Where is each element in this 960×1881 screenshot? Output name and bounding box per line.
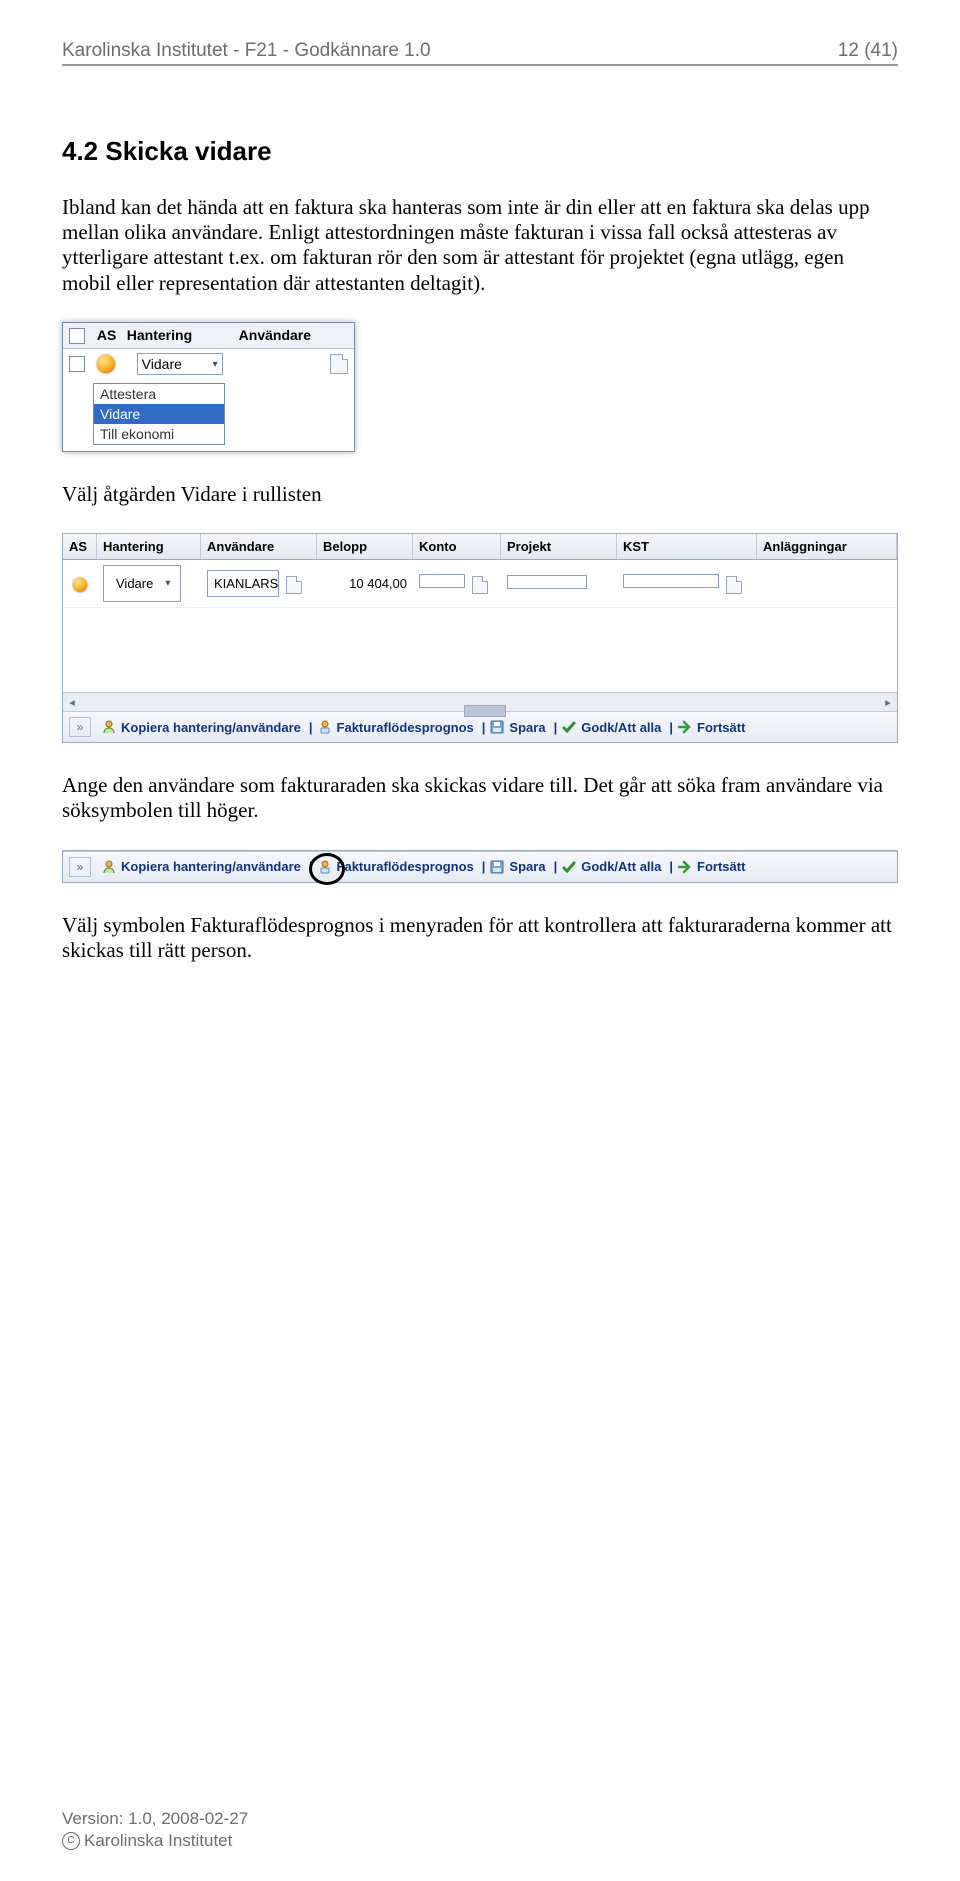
section-heading: 4.2 Skicka vidare — [62, 136, 898, 167]
col-anvandare: Användare — [239, 327, 339, 343]
copyright-icon: C — [62, 1832, 80, 1850]
continue-arrow-icon — [677, 719, 693, 735]
paragraph-4: Välj symbolen Fakturaflödesprognos i men… — [62, 913, 898, 963]
kopiera-label: Kopiera hantering/användare — [121, 720, 301, 735]
paragraph-2: Välj åtgärden Vidare i rullisten — [62, 482, 898, 507]
fortsatt-label: Fortsätt — [697, 859, 745, 874]
kopiera-label: Kopiera hantering/användare — [121, 859, 301, 874]
spara-button[interactable]: Spara — [489, 719, 545, 735]
flow-forecast-icon — [317, 719, 333, 735]
fortsatt-button[interactable]: Fortsätt — [677, 859, 745, 875]
prognos-button[interactable]: Fakturaflödesprognos — [317, 719, 474, 735]
scroll-thumb[interactable] — [464, 705, 506, 717]
col-anvandare: Användare — [201, 534, 317, 559]
save-icon — [489, 859, 505, 875]
kst-search-icon[interactable] — [726, 576, 742, 594]
copy-user-icon — [101, 859, 117, 875]
option-till-ekonomi[interactable]: Till ekonomi — [94, 424, 224, 444]
header-left: Karolinska Institutet - F21 - Godkännare… — [62, 40, 431, 62]
toolbar-annotated: » Kopiera hantering/användare | Fakturaf… — [62, 850, 898, 883]
status-orb-icon — [73, 578, 87, 592]
row-hantering-value: Vidare — [110, 571, 159, 596]
footer-version: Version: 1.0, 2008-02-27 — [62, 1809, 248, 1829]
header-rule — [62, 64, 898, 66]
save-icon — [489, 719, 505, 735]
col-as: AS — [97, 327, 123, 343]
scroll-left-icon[interactable]: ◂ — [63, 696, 81, 709]
col-anlaggningar: Anläggningar — [757, 534, 897, 559]
col-as: AS — [63, 534, 97, 559]
approve-all-icon — [561, 719, 577, 735]
row-hantering-select[interactable]: Vidare ▾ — [103, 565, 181, 602]
option-attestera[interactable]: Attestera — [94, 384, 224, 404]
select-all-checkbox[interactable] — [69, 328, 85, 344]
col-hantering: Hantering — [97, 534, 201, 559]
hantering-select[interactable]: Vidare ▾ — [137, 353, 223, 375]
col-hantering: Hantering — [127, 327, 235, 343]
godk-label: Godk/Att alla — [581, 859, 661, 874]
header-right: 12 (41) — [838, 40, 898, 62]
godk-label: Godk/Att alla — [581, 720, 661, 735]
option-vidare[interactable]: Vidare — [94, 404, 224, 424]
expand-button[interactable]: » — [69, 717, 91, 737]
grid-scrollbar[interactable]: ◂ ▸ — [63, 692, 897, 711]
konto-search-icon[interactable] — [472, 576, 488, 594]
table-row[interactable]: Vidare ▾ KIANLARS 10 404,00 — [63, 560, 897, 608]
row-projekt-input[interactable] — [507, 575, 587, 589]
paragraph-3: Ange den användare som fakturaraden ska … — [62, 773, 898, 823]
prognos-label: Fakturaflödesprognos — [337, 720, 474, 735]
scroll-right-icon[interactable]: ▸ — [879, 696, 897, 709]
action-widget: AS Hantering Användare Vidare ▾ Attester… — [62, 322, 355, 452]
col-projekt: Projekt — [501, 534, 617, 559]
faktura-grid: AS Hantering Användare Belopp Konto Proj… — [62, 533, 898, 743]
document-icon[interactable] — [330, 354, 348, 374]
row-anvandare-input[interactable]: KIANLARS — [207, 570, 279, 597]
row-konto-input[interactable] — [419, 574, 465, 588]
widget-header: AS Hantering Användare — [63, 323, 354, 349]
kopiera-button[interactable]: Kopiera hantering/användare — [101, 859, 301, 875]
continue-arrow-icon — [677, 859, 693, 875]
status-orb-icon — [97, 355, 115, 373]
godk-button[interactable]: Godk/Att alla — [561, 719, 661, 735]
fortsatt-button[interactable]: Fortsätt — [677, 719, 745, 735]
prognos-label: Fakturaflödesprognos — [337, 859, 474, 874]
circle-annotation — [317, 859, 337, 875]
col-konto: Konto — [413, 534, 501, 559]
row-belopp: 10 404,00 — [317, 571, 413, 596]
grid-header: AS Hantering Användare Belopp Konto Proj… — [63, 534, 897, 560]
grid-body: Vidare ▾ KIANLARS 10 404,00 — [63, 560, 897, 692]
page-header: Karolinska Institutet - F21 - Godkännare… — [62, 40, 898, 62]
approve-all-icon — [561, 859, 577, 875]
page-footer: Version: 1.0, 2008-02-27 C Karolinska In… — [62, 1809, 248, 1851]
row-kst-input[interactable] — [623, 574, 719, 588]
kopiera-button[interactable]: Kopiera hantering/användare — [101, 719, 301, 735]
fortsatt-label: Fortsätt — [697, 720, 745, 735]
godk-button[interactable]: Godk/Att alla — [561, 859, 661, 875]
chevron-down-icon: ▾ — [159, 573, 176, 594]
copy-user-icon — [101, 719, 117, 735]
flow-forecast-icon — [317, 859, 333, 875]
paragraph-1: Ibland kan det hända att en faktura ska … — [62, 195, 898, 296]
hantering-select-value: Vidare — [142, 356, 182, 372]
prognos-button[interactable]: Fakturaflödesprognos — [317, 859, 474, 875]
col-belopp: Belopp — [317, 534, 413, 559]
widget-row: Vidare ▾ — [63, 349, 354, 379]
footer-org: Karolinska Institutet — [84, 1831, 232, 1851]
col-kst: KST — [617, 534, 757, 559]
row-checkbox[interactable] — [69, 356, 85, 372]
spara-label: Spara — [509, 859, 545, 874]
spara-label: Spara — [509, 720, 545, 735]
hantering-dropdown: Attestera Vidare Till ekonomi — [93, 383, 225, 445]
spara-button[interactable]: Spara — [489, 859, 545, 875]
chevron-down-icon: ▾ — [213, 359, 218, 370]
user-search-icon[interactable] — [286, 576, 302, 594]
expand-button[interactable]: » — [69, 857, 91, 877]
